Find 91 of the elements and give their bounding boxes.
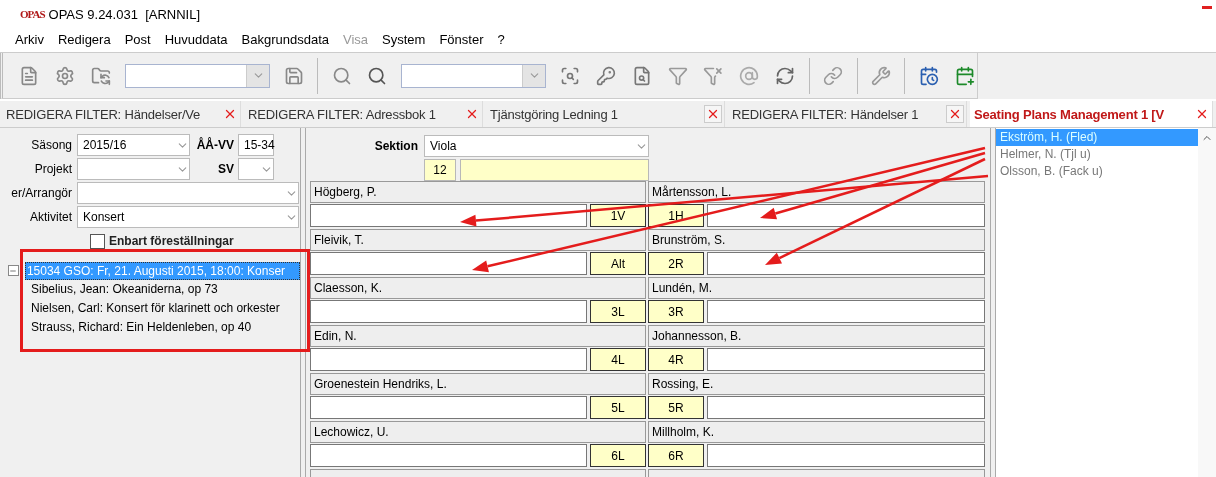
season-dropdown[interactable]: 2015/16 <box>77 134 190 156</box>
musician-name: Lechowicz, U. <box>310 421 646 443</box>
week-dropdown[interactable]: 15-34 <box>238 134 274 156</box>
window-title: OPAS 9.24.031 [ARNNIL] <box>48 6 201 22</box>
seat-position: 4L <box>590 348 646 371</box>
calendar-clock-icon <box>918 65 939 86</box>
musician-name: Fleivik, T. <box>310 229 646 251</box>
wrench-icon <box>870 65 891 86</box>
list-item[interactable]: Olsson, B. (Fack u) <box>996 163 1198 180</box>
menu-item[interactable]: Fönster <box>434 31 493 47</box>
tab[interactable]: Seating Plans Management 1 [V <box>970 101 1213 127</box>
search-icon <box>331 65 352 86</box>
close-icon <box>948 107 962 121</box>
seat-position: 6L <box>590 444 646 467</box>
seat-input[interactable] <box>310 204 587 227</box>
seat-input[interactable] <box>707 204 985 227</box>
menu-item[interactable]: ? <box>492 31 514 47</box>
seat-input[interactable] <box>707 396 985 419</box>
close-icon <box>465 107 479 121</box>
seat-input[interactable] <box>310 348 587 371</box>
close-tab-button[interactable] <box>946 105 964 123</box>
seat-input[interactable] <box>310 444 587 467</box>
list-item[interactable]: Helmer, N. (Tjl u) <box>996 146 1198 163</box>
toolbar-combo[interactable] <box>400 63 547 88</box>
musician-name: Högberg, P. <box>310 181 646 203</box>
field-label: er/Arrangör <box>10 186 73 200</box>
text-field[interactable] <box>460 159 649 181</box>
musician-name: Lundén, M. <box>648 277 985 299</box>
musician-name: Johannesson, B. <box>648 325 985 347</box>
filter-icon <box>667 65 688 86</box>
scan-icon <box>559 65 580 86</box>
menu-item[interactable]: Bakgrundsdata <box>236 31 338 47</box>
seat-input[interactable] <box>707 300 985 323</box>
seat-input[interactable] <box>707 444 985 467</box>
field-label: ÅÅ-VV <box>195 138 235 152</box>
count-field: 12 <box>424 159 456 181</box>
tree-item[interactable]: Sibelius, Jean: Okeaniderna, op 73 <box>31 280 291 299</box>
tree-item[interactable]: Nielsen, Carl: Konsert för klarinett och orkester <box>31 299 291 318</box>
menu-item[interactable]: Huvuddata <box>159 31 237 47</box>
seat-position: 6R <box>648 444 704 467</box>
close-icon <box>1195 107 1209 121</box>
menu-item[interactable]: System <box>377 31 435 47</box>
seat-position: 3R <box>648 300 704 323</box>
musician-name: Claesson, K. <box>310 277 646 299</box>
at-sign-icon <box>739 65 760 86</box>
field-label: Projekt <box>33 162 73 176</box>
close-icon <box>223 107 237 121</box>
refresh-icon <box>775 65 796 86</box>
section-dropdown[interactable]: Viola <box>424 135 649 157</box>
checkbox[interactable] <box>90 233 105 249</box>
field-label: SV <box>217 162 235 176</box>
save-icon <box>283 65 304 86</box>
field-label: Säsong <box>30 138 73 152</box>
musician-name: Groenestein Hendriks, L. <box>310 373 646 395</box>
seat-position: Alt <box>590 252 646 275</box>
collapse-toggle[interactable] <box>8 265 19 276</box>
section-label: Sektion <box>373 138 419 153</box>
seat-position: 5L <box>590 396 646 419</box>
toolbar-combo[interactable] <box>124 63 271 88</box>
musician-name: Millholm, K. <box>648 421 985 443</box>
close-tab-button[interactable] <box>704 105 722 123</box>
musician-name: Edin, N. <box>310 325 646 347</box>
seat-position: 3L <box>590 300 646 323</box>
calendar-add-icon <box>954 65 975 86</box>
filter-clear-icon <box>703 65 724 86</box>
seat-position: 5R <box>648 396 704 419</box>
search-icon <box>367 65 388 86</box>
seat-input[interactable] <box>310 300 587 323</box>
app-logo: OPAS <box>20 8 45 20</box>
gear-icon <box>55 65 76 86</box>
seat-input[interactable] <box>310 252 587 275</box>
menu-item[interactable]: Redigera <box>52 31 120 47</box>
field-label: Aktivitet <box>29 210 73 224</box>
folder-icon <box>91 65 112 86</box>
seat-position: 4R <box>648 348 704 371</box>
seat-input[interactable] <box>310 396 587 419</box>
seat-position: 2R <box>648 252 704 275</box>
checkbox-label: Enbart föreställningar <box>109 234 234 248</box>
link-icon <box>823 65 844 86</box>
activity-dropdown[interactable]: Konsert <box>77 206 299 228</box>
key-icon <box>595 65 616 86</box>
seat-input[interactable] <box>707 252 985 275</box>
musician-name: Brunström, S. <box>648 229 985 251</box>
musician-name: Rossing, E. <box>648 373 985 395</box>
menu-item[interactable]: Arkiv <box>10 31 53 47</box>
menu-item[interactable]: Post <box>119 31 160 47</box>
seat-input[interactable] <box>707 348 985 371</box>
tree-item[interactable]: Strauss, Richard: Ein Heldenleben, op 40 <box>31 318 291 337</box>
corner-mark <box>1202 6 1212 9</box>
document-icon <box>19 65 40 86</box>
close-icon <box>706 107 720 121</box>
